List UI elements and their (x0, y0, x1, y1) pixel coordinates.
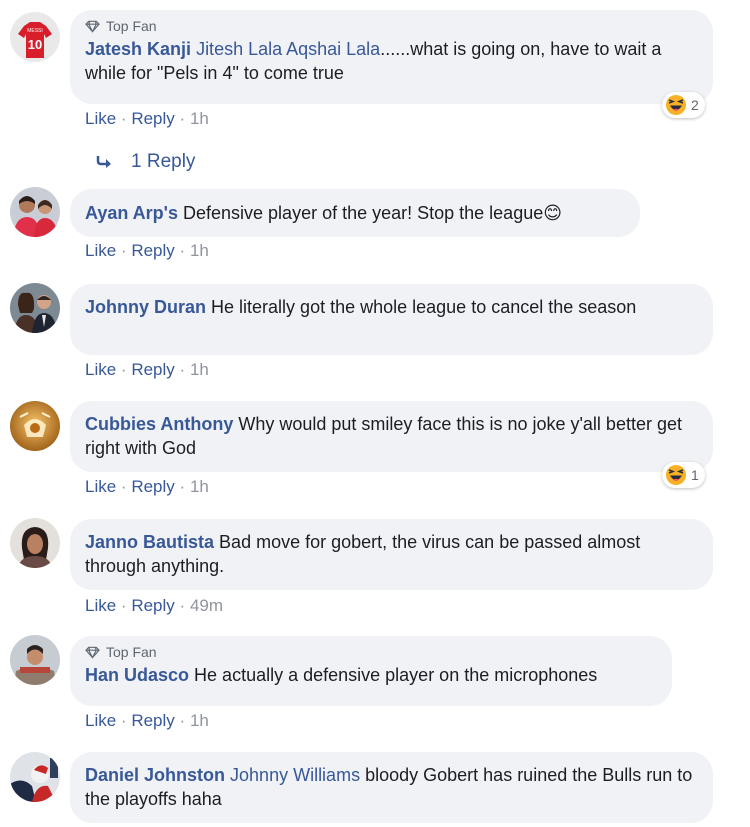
avatar[interactable] (10, 518, 60, 568)
comment-bubble: Top Fan Jatesh Kanji Jitesh Lala Aqshai … (70, 10, 713, 104)
reply-button[interactable]: Reply (131, 596, 174, 615)
top-fan-badge: Top Fan (85, 17, 699, 35)
comment-bubble: Janno Bautista Bad move for gobert, the … (70, 519, 713, 590)
comment-body: Johnny Duran He literally got the whole … (85, 295, 699, 319)
view-replies-link[interactable]: 1 Reply (95, 151, 195, 173)
separator: · (120, 360, 127, 379)
like-button[interactable]: Like (85, 711, 116, 730)
timestamp[interactable]: 1h (190, 360, 209, 379)
separator: · (179, 109, 186, 128)
comment-author[interactable]: Janno Bautista (85, 532, 214, 552)
reply-button[interactable]: Reply (131, 477, 174, 496)
badge-label: Top Fan (106, 18, 157, 34)
comment-text: He actually a defensive player on the mi… (194, 665, 598, 685)
timestamp[interactable]: 1h (190, 241, 209, 260)
comment-mention[interactable]: Johnny Williams (230, 765, 360, 785)
haha-emoji-icon (666, 95, 686, 115)
comment-bubble: Cubbies Anthony Why would put smiley fac… (70, 401, 713, 472)
avatar[interactable] (10, 187, 60, 237)
reply-button[interactable]: Reply (131, 109, 174, 128)
separator: · (120, 596, 127, 615)
badge-label: Top Fan (106, 644, 157, 660)
separator: · (120, 109, 127, 128)
haha-emoji-icon (666, 465, 686, 485)
reply-button[interactable]: Reply (131, 360, 174, 379)
like-button[interactable]: Like (85, 241, 116, 260)
separator: · (179, 477, 186, 496)
timestamp[interactable]: 49m (190, 596, 223, 615)
reaction-summary[interactable]: 2 (662, 92, 705, 118)
comment-body: Han Udasco He actually a defensive playe… (85, 663, 658, 687)
comment-text: Defensive player of the year! Stop the l… (183, 203, 562, 223)
replies-count[interactable]: 1 Reply (131, 151, 195, 173)
diamond-icon (85, 20, 100, 33)
comment-body: Jatesh Kanji Jitesh Lala Aqshai Lala....… (85, 37, 699, 85)
avatar[interactable] (10, 401, 60, 451)
comment-actions: Like · Reply · 1h (85, 109, 209, 129)
timestamp[interactable]: 1h (190, 711, 209, 730)
avatar[interactable] (10, 283, 60, 333)
comment-author[interactable]: Cubbies Anthony (85, 414, 233, 434)
comment-body: Cubbies Anthony Why would put smiley fac… (85, 412, 699, 460)
comment-body: Daniel Johnston Johnny Williams bloody G… (85, 763, 699, 811)
separator: · (179, 241, 186, 260)
comment-text: He literally got the whole league to can… (211, 297, 637, 317)
reaction-count: 1 (691, 467, 699, 483)
like-button[interactable]: Like (85, 477, 116, 496)
comment-bubble: Johnny Duran He literally got the whole … (70, 284, 713, 355)
comment-actions: Like · Reply · 1h (85, 477, 209, 497)
comment-author[interactable]: Daniel Johnston (85, 765, 225, 785)
comment-actions: Like · Reply · 1h (85, 241, 209, 261)
reply-button[interactable]: Reply (131, 711, 174, 730)
comment-bubble: Ayan Arp's Defensive player of the year!… (70, 189, 640, 237)
avatar[interactable]: 10 MESSI (10, 12, 60, 62)
separator: · (120, 477, 127, 496)
comment-author[interactable]: Ayan Arp's (85, 203, 178, 223)
separator: · (179, 360, 186, 379)
timestamp[interactable]: 1h (190, 109, 209, 128)
top-fan-badge: Top Fan (85, 643, 658, 661)
separator: · (120, 241, 127, 260)
comment-author[interactable]: Han Udasco (85, 665, 189, 685)
comment-actions: Like · Reply · 1h (85, 711, 209, 731)
comment-actions: Like · Reply · 1h (85, 360, 209, 380)
comment-author[interactable]: Johnny Duran (85, 297, 206, 317)
avatar[interactable] (10, 635, 60, 685)
comment-body: Janno Bautista Bad move for gobert, the … (85, 530, 699, 578)
comment-bubble: Daniel Johnston Johnny Williams bloody G… (70, 752, 713, 823)
comment-mention[interactable]: Jitesh Lala Aqshai Lala (196, 39, 380, 59)
comment-author[interactable]: Jatesh Kanji (85, 39, 191, 59)
comment-bubble: Top Fan Han Udasco He actually a defensi… (70, 636, 672, 706)
like-button[interactable]: Like (85, 596, 116, 615)
reply-arrow-icon (96, 156, 111, 168)
reply-button[interactable]: Reply (131, 241, 174, 260)
comment-actions: Like · Reply · 49m (85, 596, 223, 616)
comment-body: Ayan Arp's Defensive player of the year!… (85, 201, 626, 225)
avatar[interactable] (10, 752, 60, 802)
like-button[interactable]: Like (85, 109, 116, 128)
reaction-summary[interactable]: 1 (662, 462, 705, 488)
diamond-icon (85, 646, 100, 659)
like-button[interactable]: Like (85, 360, 116, 379)
timestamp[interactable]: 1h (190, 477, 209, 496)
separator: · (120, 711, 127, 730)
svg-text:MESSI: MESSI (27, 28, 43, 34)
separator: · (179, 711, 186, 730)
reaction-count: 2 (691, 97, 699, 113)
svg-text:10: 10 (28, 37, 42, 52)
separator: · (179, 596, 186, 615)
